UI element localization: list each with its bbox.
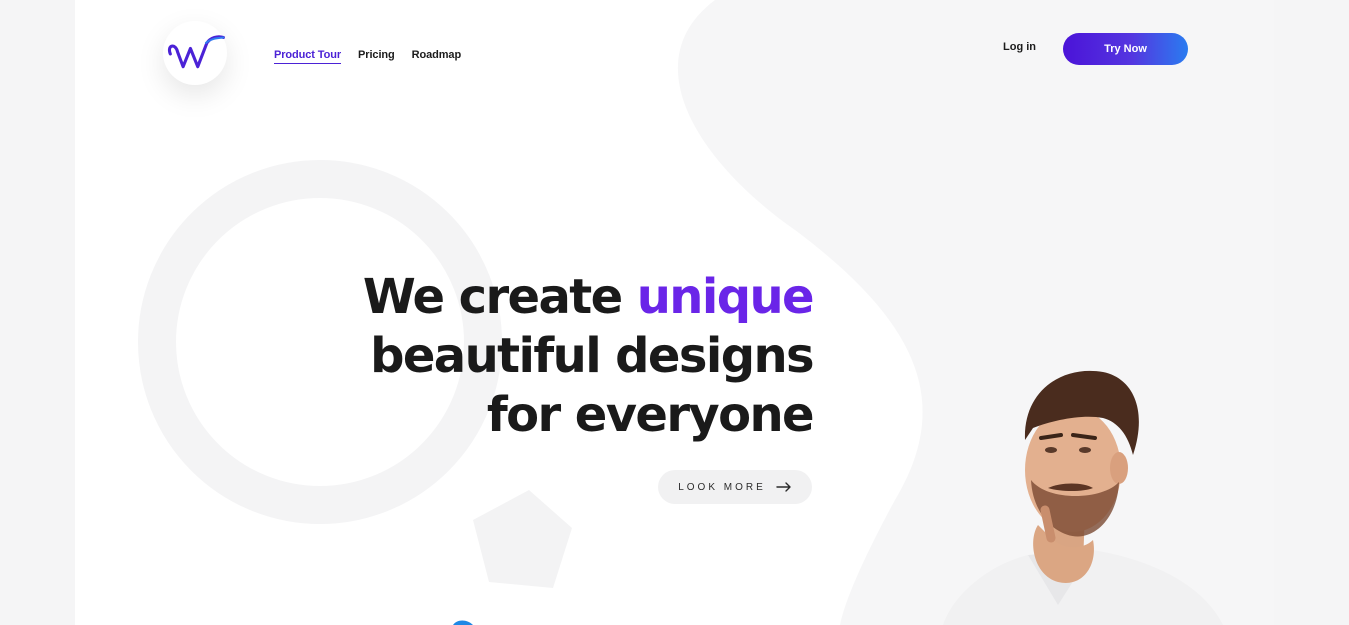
- main-nav: Product Tour Pricing Roadmap: [274, 49, 461, 64]
- nav-link-pricing[interactable]: Pricing: [358, 49, 395, 64]
- hero-line-2: beautiful designs: [370, 328, 815, 384]
- try-now-button[interactable]: Try Now: [1063, 33, 1188, 65]
- hero-line-3: for everyone: [486, 387, 815, 443]
- bottom-blue-arc-shape: [453, 620, 473, 625]
- thinking-man-illustration: [943, 370, 1223, 625]
- login-link[interactable]: Log in: [1003, 41, 1036, 53]
- hero-accent-word: unique: [636, 269, 815, 325]
- hero-line-1-text: We create: [362, 269, 637, 325]
- hero-headline: We create unique beautiful designs for e…: [325, 268, 815, 445]
- arrow-right-icon: [776, 482, 792, 492]
- brand-logo[interactable]: [163, 21, 227, 85]
- hero-line-1: We create unique: [362, 269, 815, 325]
- look-more-label: LOOK MORE: [678, 481, 766, 493]
- page-canvas: Product Tour Pricing Roadmap Log in Try …: [75, 0, 1274, 625]
- logo-w-icon: [167, 35, 225, 69]
- nav-link-roadmap[interactable]: Roadmap: [412, 49, 462, 64]
- nav-link-product-tour[interactable]: Product Tour: [274, 49, 341, 64]
- look-more-button[interactable]: LOOK MORE: [658, 470, 812, 504]
- background-pentagon-shape: [473, 490, 572, 588]
